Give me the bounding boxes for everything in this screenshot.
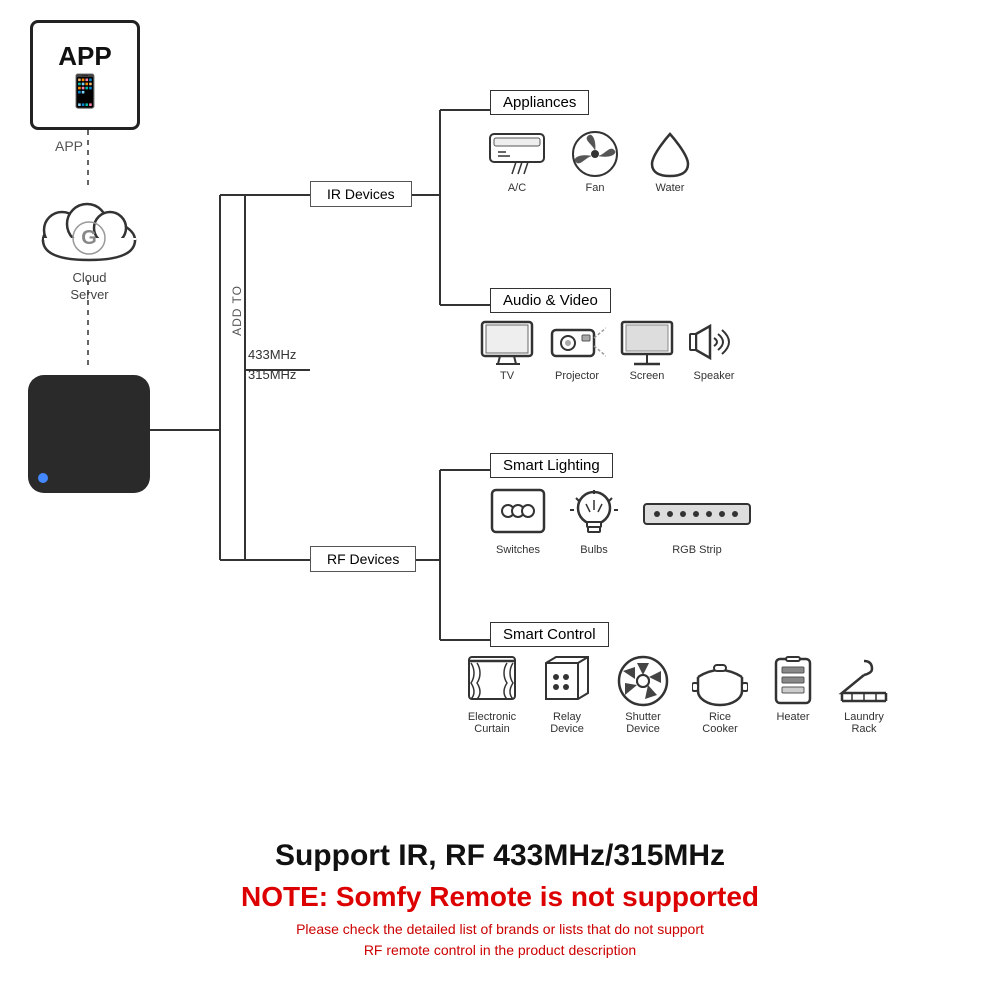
add-to-section: ADD TO 433MHz315MHz xyxy=(248,345,296,384)
switch-icon xyxy=(490,488,546,540)
rf-devices-label: RF Devices xyxy=(327,551,399,567)
audio-video-icons: TV Projector Screen xyxy=(480,318,740,382)
relay-label: RelayDevice xyxy=(550,711,584,735)
ac-label: A/C xyxy=(508,182,526,194)
appliances-box: Appliances xyxy=(490,90,589,115)
tv-item: TV xyxy=(480,318,534,382)
appliances-label: Appliances xyxy=(503,94,576,111)
laundry-item: LaundryRack xyxy=(834,655,894,735)
app-text: APP xyxy=(58,41,111,72)
svg-text:G: G xyxy=(81,227,97,249)
fan-icon xyxy=(566,130,624,178)
rgb-item: RGB Strip xyxy=(642,488,752,556)
app-box: APP 📱 xyxy=(30,20,140,130)
switches-item: Switches xyxy=(490,488,546,556)
bulbs-item: Bulbs xyxy=(568,488,620,556)
shutter-icon xyxy=(615,655,671,707)
laundry-icon xyxy=(838,655,890,707)
curtain-item: ElectronicCurtain xyxy=(460,655,524,735)
screen-icon xyxy=(620,318,674,366)
tv-label: TV xyxy=(500,370,514,382)
smart-lighting-icons: Switches Bulbs xyxy=(490,488,752,556)
note-text: NOTE: Somfy Remote is not supported xyxy=(241,881,759,913)
shutter-item: ShutterDevice xyxy=(610,655,676,735)
shutter-label: ShutterDevice xyxy=(625,711,660,735)
heater-icon xyxy=(768,655,818,707)
ir-devices-box: IR Devices xyxy=(310,181,412,207)
cloud-server: G CloudServer xyxy=(32,188,147,304)
laundry-label: LaundryRack xyxy=(844,711,884,735)
fan-item: Fan xyxy=(566,130,624,194)
ac-item: A/C xyxy=(488,130,546,194)
wifi-indicator xyxy=(38,473,48,483)
tablet-icon: 📱 xyxy=(65,72,105,110)
projector-label: Projector xyxy=(555,370,599,382)
main-container: APP 📱 APP G CloudServer IR Devices xyxy=(0,0,1000,1000)
water-item: Water xyxy=(644,130,696,194)
sub-text: Please check the detailed list of brands… xyxy=(296,919,704,961)
fan-label: Fan xyxy=(586,182,605,194)
heater-item: Heater xyxy=(764,655,822,723)
freq-label: 433MHz315MHz xyxy=(248,345,296,384)
relay-item: RelayDevice xyxy=(536,655,598,735)
support-text: Support IR, RF 433MHz/315MHz xyxy=(275,839,725,873)
cloud-label: CloudServer xyxy=(32,270,147,304)
audio-video-label: Audio & Video xyxy=(503,292,598,309)
ir-devices-label: IR Devices xyxy=(327,186,395,202)
water-label: Water xyxy=(656,182,685,194)
rgb-icon xyxy=(642,488,752,540)
curtain-icon xyxy=(465,655,519,707)
ac-icon xyxy=(488,130,546,178)
bulbs-label: Bulbs xyxy=(580,544,608,556)
appliances-icons: A/C Fan Water xyxy=(488,130,696,194)
smart-control-box: Smart Control xyxy=(490,622,609,647)
smart-control-icons: ElectronicCurtain RelayDevice xyxy=(460,655,894,735)
ricecooker-label: RiceCooker xyxy=(702,711,737,735)
smart-hub xyxy=(28,375,150,493)
bottom-section: Support IR, RF 433MHz/315MHz NOTE: Somfy… xyxy=(0,800,1000,1000)
smart-lighting-box: Smart Lighting xyxy=(490,453,613,478)
relay-icon xyxy=(540,655,594,707)
audio-video-box: Audio & Video xyxy=(490,288,611,313)
tv-icon xyxy=(480,318,534,366)
projector-icon xyxy=(548,318,606,366)
speaker-label: Speaker xyxy=(694,370,735,382)
bulb-icon xyxy=(568,488,620,540)
add-to-label: ADD TO xyxy=(230,285,244,336)
screen-label: Screen xyxy=(630,370,665,382)
app-label: APP xyxy=(55,138,83,154)
ricecooker-icon xyxy=(692,655,748,707)
projector-item: Projector xyxy=(548,318,606,382)
rf-devices-box: RF Devices xyxy=(310,546,416,572)
water-icon xyxy=(644,130,696,178)
switches-label: Switches xyxy=(496,544,540,556)
heater-label: Heater xyxy=(776,711,809,723)
cloud-icon: G xyxy=(32,188,147,263)
rgb-label: RGB Strip xyxy=(672,544,722,556)
ricecooker-item: RiceCooker xyxy=(688,655,752,735)
screen-item: Screen xyxy=(620,318,674,382)
speaker-item: Speaker xyxy=(688,318,740,382)
smart-lighting-label: Smart Lighting xyxy=(503,457,600,474)
smart-control-label: Smart Control xyxy=(503,626,596,643)
speaker-icon xyxy=(688,318,740,366)
curtain-label: ElectronicCurtain xyxy=(468,711,516,735)
